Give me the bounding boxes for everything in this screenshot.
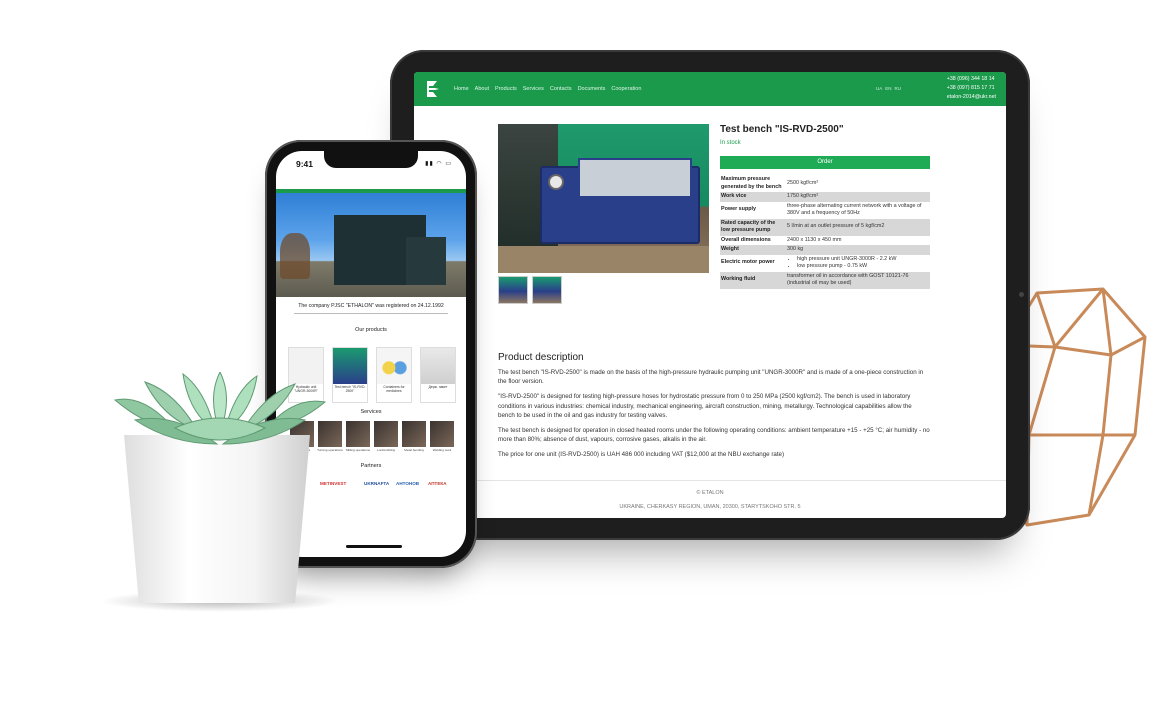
product-card-label: Держ. пакет [428,385,448,389]
order-button[interactable]: Order [720,156,930,169]
spec-row: Maximum pressure generated by the bench … [720,175,930,192]
product-thumbnail-2[interactable] [532,276,562,304]
footer-divider [414,480,1006,481]
spec-row: Work vice 1750 kgf/cm² [720,192,930,202]
footer-copyright: © ETALON [696,490,724,496]
product-card-label: Containers for medicines [383,385,405,394]
partner-logo[interactable]: АНТОНОВ [396,481,419,486]
products-heading: Our products [355,327,387,333]
product-card[interactable]: Держ. пакет [420,347,456,403]
stock-status: In stock [720,140,741,146]
header-phone-1[interactable]: +38 (096) 344 18 14 [947,75,996,84]
spec-key: Working fluid [720,271,786,289]
partner-logo[interactable]: METINVEST [320,481,346,486]
description-paragraph: The test bench is designed for operation… [498,427,930,444]
spec-key: Power supply [721,206,757,213]
menu-item-contacts[interactable]: Contacts [550,86,572,92]
spec-value: high pressure unit UNGR-3000R - 2.2 kW l… [786,255,930,272]
phone-notch [324,151,418,168]
spec-row: Rated capacity of the low pressure pump … [720,218,930,236]
service-card[interactable] [374,421,398,447]
spec-row: Power supply three-phase alternating cur… [720,202,930,219]
spec-value: 1750 kgf/cm² [786,192,930,202]
home-indicator [346,545,402,548]
service-label: Metal bending [404,448,424,452]
company-building-photo [276,193,466,297]
lang-ua[interactable]: UA [876,86,882,91]
footer-address: UKRAINE, CHERKASY REGION, UMAN, 20300, S… [619,504,801,510]
spec-list-item: low pressure pump - 0.75 kW [797,263,929,271]
plant-pot [124,435,310,603]
spec-key: Maximum pressure generated by the bench [721,176,782,190]
spec-row: Working fluid transformer oil in accorda… [720,271,930,289]
spec-value: 5 l/min at an outlet pressure of 5 kgf/c… [786,218,930,236]
lang-en[interactable]: EN [885,86,891,91]
registration-divider [294,313,448,314]
tablet-device: Home About Products Services Contacts Do… [390,50,1030,540]
service-card[interactable] [402,421,426,447]
menu-item-services[interactable]: Services [523,86,544,92]
site-navbar: Home About Products Services Contacts Do… [414,72,1006,106]
menu-item-home[interactable]: Home [454,86,469,92]
description-title: Product description [498,352,584,363]
spec-key: Rated capacity of the low pressure pump [720,218,786,236]
registration-text: The company PJSC "ETHALON" was registere… [298,303,444,309]
succulent-plant-icon [113,372,327,445]
lang-ru[interactable]: RU [895,86,902,91]
product-title: Test bench "IS-RVD-2500" [720,124,844,135]
main-menu: Home About Products Services Contacts Do… [454,86,641,92]
spec-key: Overall dimensions [721,236,771,243]
signal-wifi-battery-icon: ▮▮ ◠ ▭ [425,161,452,167]
product-card[interactable]: Test bench "IS-RVD-2500" [332,347,368,403]
description-body: The test bench "IS-RVD-2500" is made on … [498,368,930,466]
spec-key: Electric motor power [721,259,775,266]
spec-key: Work vice [720,192,786,202]
spec-key: Weight [720,245,786,255]
menu-item-products[interactable]: Products [495,86,517,92]
language-switcher: UA EN RU [876,86,901,91]
spec-row: Overall dimensions 2400 x 1130 x 450 mm [720,236,930,246]
service-label: Milling operations [345,448,371,452]
tablet-screen: Home About Products Services Contacts Do… [414,72,1006,518]
menu-item-documents[interactable]: Documents [578,86,606,92]
partner-logo[interactable]: UKRNAFTA [364,481,389,486]
etalon-logo-icon[interactable] [422,78,444,100]
spec-value: 300 kg [786,245,930,255]
partner-logo[interactable]: АПТЕКА [428,481,447,486]
service-card[interactable] [430,421,454,447]
spec-value: 2400 x 1130 x 450 mm [787,236,842,243]
product-card-label: Test bench "IS-RVD-2500" [334,385,366,394]
description-paragraph: The test bench "IS-RVD-2500" is made on … [498,369,924,386]
product-thumbnail-1[interactable] [498,276,528,304]
header-email[interactable]: etalon-2014@ukr.net [947,93,996,102]
tablet-camera [1019,292,1024,297]
spec-row: Electric motor power high pressure unit … [720,255,930,272]
spec-list-item: high pressure unit UNGR-3000R - 2.2 kW [797,256,929,264]
service-label: Welding work [432,448,452,452]
description-paragraph: "IS-RVD-2500" is designed for testing hi… [498,393,912,419]
spec-value: transformer oil in accordance with GOST … [786,271,930,289]
spec-value: three-phase alternating current network … [787,202,922,217]
menu-item-cooperation[interactable]: Cooperation [611,86,641,92]
status-time: 9:41 [296,159,314,169]
description-paragraph: The price for one unit (IS-RVD-2500) is … [498,451,785,459]
menu-item-about[interactable]: About [475,86,489,92]
spec-value: 2500 kgf/cm² [787,179,819,186]
service-card[interactable] [346,421,370,447]
spec-row: Weight 300 kg [720,245,930,255]
header-phone-2[interactable]: +38 (097) 815 17 71 [947,84,996,93]
header-contacts: +38 (096) 344 18 14 +38 (097) 815 17 71 … [947,75,996,102]
service-label: Locksmithing [376,448,396,452]
product-main-photo[interactable] [498,124,709,273]
specs-table: Maximum pressure generated by the bench … [720,175,930,289]
product-card[interactable]: Containers for medicines [376,347,412,403]
